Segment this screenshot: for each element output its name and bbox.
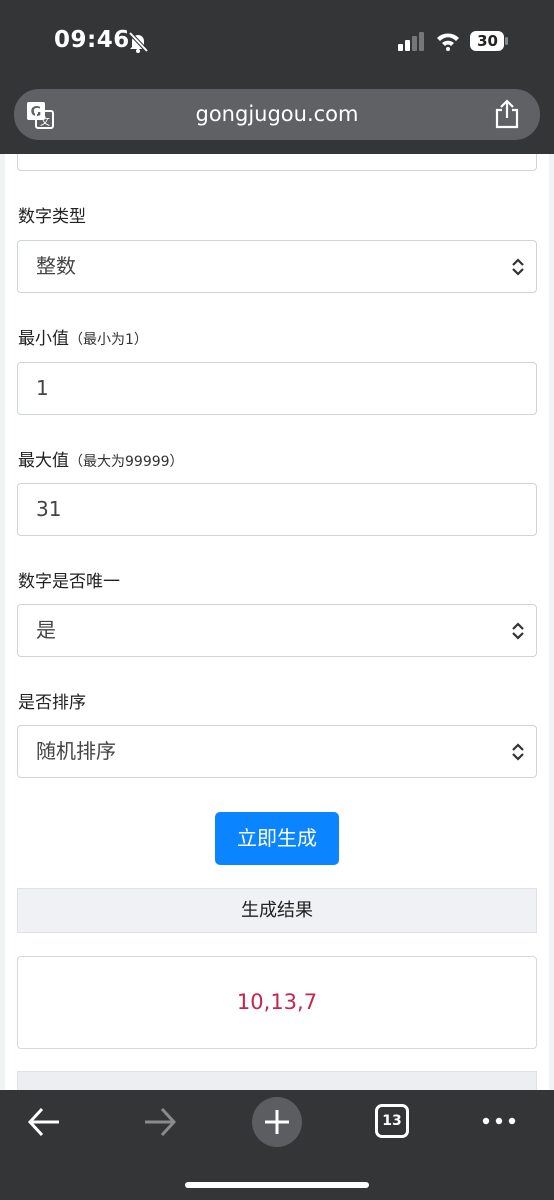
bell-slash-icon [128, 31, 149, 53]
max-value-label: 最大值（最大为99999） [18, 446, 184, 471]
browser-top-bar: 09:46 30 G 文 gongjugou.com [0, 0, 554, 154]
back-arrow-icon[interactable] [26, 1104, 62, 1140]
unique-label: 数字是否唯一 [18, 572, 120, 592]
select-arrows-icon [512, 622, 524, 640]
number-type-value: 整数 [36, 254, 76, 278]
sort-label: 是否排序 [18, 693, 86, 713]
min-value-input[interactable]: 1 [17, 362, 537, 415]
number-type-label: 数字类型 [18, 207, 86, 227]
signal-icon [398, 32, 424, 51]
tabs-button[interactable]: 13 [375, 1104, 409, 1138]
sort-select[interactable]: 随机排序 [17, 725, 537, 778]
min-value-value: 1 [36, 376, 49, 400]
max-value-label-text: 最大值 [18, 451, 69, 471]
next-section-strip [17, 1071, 537, 1090]
status-time: 09:46 [54, 27, 130, 53]
new-tab-icon [265, 1110, 289, 1134]
result-output: 10,13,7 [17, 956, 537, 1049]
battery-level: 30 [477, 32, 498, 50]
new-tab-button[interactable] [252, 1097, 302, 1147]
select-arrows-icon [512, 258, 524, 276]
generate-button[interactable]: 立即生成 [215, 812, 339, 865]
web-page: 数字类型 整数 最小值（最小为1） 1 最大值（最大为99999） 31 数字是… [0, 154, 554, 1090]
max-value-hint: （最大为99999） [69, 454, 184, 470]
forward-arrow-icon[interactable] [142, 1104, 178, 1140]
previous-field[interactable] [17, 154, 537, 171]
wifi-icon [437, 33, 459, 51]
url-text[interactable]: gongjugou.com [14, 89, 540, 140]
result-header: 生成结果 [17, 888, 537, 933]
min-value-label: 最小值（最小为1） [18, 324, 148, 349]
unique-select[interactable]: 是 [17, 604, 537, 657]
address-bar[interactable]: G 文 gongjugou.com [14, 89, 540, 140]
number-type-select[interactable]: 整数 [17, 240, 537, 293]
max-value-value: 31 [36, 497, 62, 521]
max-value-input[interactable]: 31 [17, 483, 537, 536]
select-arrows-icon [512, 743, 524, 761]
sort-value: 随机排序 [36, 739, 116, 763]
unique-value: 是 [36, 618, 56, 642]
home-indicator [185, 1182, 369, 1188]
share-icon[interactable] [493, 99, 521, 129]
min-value-label-text: 最小值 [18, 329, 69, 349]
more-icon[interactable] [481, 1110, 517, 1132]
browser-bottom-toolbar: 13 [0, 1090, 554, 1200]
min-value-hint: （最小为1） [69, 332, 148, 348]
